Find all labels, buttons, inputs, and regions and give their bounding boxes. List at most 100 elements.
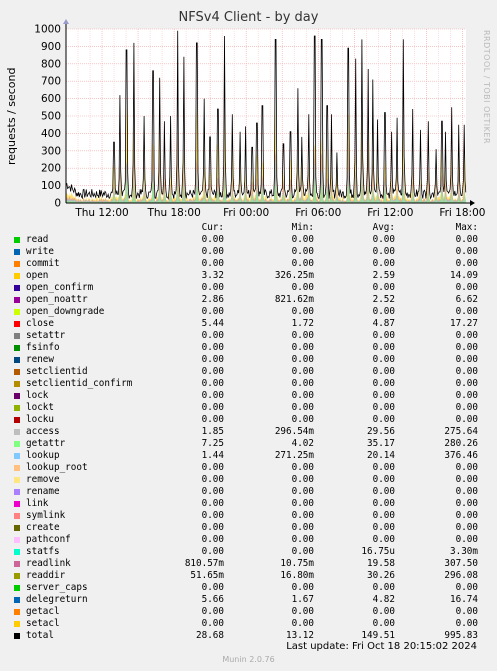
x-tick-label: Fri 00:00 [223, 207, 269, 219]
legend-row-readlink: readlink 810.57m 10.75m 19.58 307.50 [12, 558, 482, 570]
legend-row-create: create 0.00 0.00 0.00 0.00 [12, 522, 482, 534]
legend-swatch [14, 489, 20, 495]
legend-max: 280.26 [444, 438, 478, 449]
legend-cur: 0.00 [201, 402, 224, 413]
legend-row-open_confirm: open_confirm 0.00 0.00 0.00 0.00 [12, 282, 482, 294]
legend-avg: 0.00 [372, 414, 395, 425]
legend-cur: 5.44 [201, 318, 224, 329]
legend-swatch [14, 333, 20, 339]
legend-min: 0.00 [291, 378, 314, 389]
legend-max: 0.00 [455, 510, 478, 521]
legend-avg: 29.56 [367, 426, 395, 437]
legend-min: 0.00 [291, 582, 314, 593]
legend-min: 326.25m [274, 270, 314, 281]
legend-cur: 5.66 [201, 594, 224, 605]
legend-min: 0.00 [291, 282, 314, 293]
legend-min: 0.00 [291, 258, 314, 269]
legend-cur: 0.00 [201, 582, 224, 593]
legend-swatch [14, 429, 20, 435]
x-tick-label: Fri 18:00 [439, 207, 485, 219]
legend-swatch [14, 393, 20, 399]
legend-table: Cur: Min: Avg: Max: read 0.00 0.00 0.00 0.00… [12, 222, 482, 642]
legend-max: 0.00 [455, 390, 478, 401]
x-tick-label: Fri 12:00 [367, 207, 413, 219]
legend-row-setattr: setattr 0.00 0.00 0.00 0.00 [12, 330, 482, 342]
legend-name: open_noattr [26, 294, 88, 305]
legend-name: fsinfo [26, 342, 60, 353]
legend-row-renew: renew 0.00 0.00 0.00 0.00 [12, 354, 482, 366]
legend-swatch [14, 501, 20, 507]
legend-row-setclientid: setclientid 0.00 0.00 0.00 0.00 [12, 366, 482, 378]
legend-avg: 0.00 [372, 258, 395, 269]
legend-avg: 0.00 [372, 582, 395, 593]
legend-row-open_downgrade: open_downgrade 0.00 0.00 0.00 0.00 [12, 306, 482, 318]
legend-avg: 0.00 [372, 462, 395, 473]
y-tick-label: 300 [41, 145, 61, 157]
legend-swatch [14, 285, 20, 291]
legend-min: 0.00 [291, 534, 314, 545]
legend-cur: 3.32 [201, 270, 224, 281]
legend-row-commit: commit 0.00 0.00 0.00 0.00 [12, 258, 482, 270]
legend-name: setclientid_confirm [26, 378, 133, 389]
legend-swatch [14, 573, 20, 579]
legend-cur: 1.44 [201, 450, 224, 461]
legend-min: 0.00 [291, 474, 314, 485]
legend-swatch [14, 261, 20, 267]
legend-name: getattr [26, 438, 66, 449]
legend-avg: 0.00 [372, 246, 395, 257]
legend-avg: 0.00 [372, 402, 395, 413]
legend-row-write: write 0.00 0.00 0.00 0.00 [12, 246, 482, 258]
legend-max: 0.00 [455, 474, 478, 485]
y-tick-label: 800 [41, 58, 61, 70]
legend-avg: 0.00 [372, 354, 395, 365]
legend-cur: 7.25 [201, 438, 224, 449]
legend-min: 0.00 [291, 390, 314, 401]
legend-avg: 20.14 [367, 450, 395, 461]
legend-row-rename: rename 0.00 0.00 0.00 0.00 [12, 486, 482, 498]
x-tick-label: Thu 12:00 [74, 207, 128, 219]
legend-min: 0.00 [291, 618, 314, 629]
legend-row-link: link 0.00 0.00 0.00 0.00 [12, 498, 482, 510]
legend-name: lockt [26, 402, 54, 413]
legend-cur: 0.00 [201, 474, 224, 485]
legend-max: 0.00 [455, 282, 478, 293]
legend-avg: 2.52 [372, 294, 395, 305]
legend-cur: 0.00 [201, 522, 224, 533]
legend-min: 0.00 [291, 354, 314, 365]
legend-avg: 0.00 [372, 234, 395, 245]
x-tick-label: Thu 18:00 [146, 207, 200, 219]
legend-swatch [14, 321, 20, 327]
legend-avg: 4.82 [372, 594, 395, 605]
legend-swatch [14, 633, 20, 639]
legend-min: 1.72 [291, 318, 314, 329]
legend-max: 14.09 [450, 270, 478, 281]
legend-name: open_downgrade [26, 306, 105, 317]
legend-cur: 0.00 [201, 606, 224, 617]
legend-row-read: read 0.00 0.00 0.00 0.00 [12, 234, 482, 246]
legend-max: 0.00 [455, 234, 478, 245]
legend-avg: 2.59 [372, 270, 395, 281]
legend-max: 0.00 [455, 534, 478, 545]
legend-avg: 0.00 [372, 510, 395, 521]
legend-name: open [26, 270, 49, 281]
legend-row-server_caps: server_caps 0.00 0.00 0.00 0.00 [12, 582, 482, 594]
legend-row-setacl: setacl 0.00 0.00 0.00 0.00 [12, 618, 482, 630]
legend-swatch [14, 609, 20, 615]
legend-swatch [14, 537, 20, 543]
legend-swatch [14, 441, 20, 447]
legend-max: 0.00 [455, 414, 478, 425]
legend-max: 0.00 [455, 342, 478, 353]
y-tick-label: 400 [41, 128, 61, 140]
legend-name: setattr [26, 330, 66, 341]
legend-max: 0.00 [455, 522, 478, 533]
legend-cur: 0.00 [201, 342, 224, 353]
legend-min: 0.00 [291, 498, 314, 509]
legend-swatch [14, 513, 20, 519]
legend-swatch [14, 345, 20, 351]
legend-swatch [14, 525, 20, 531]
legend-cur: 0.00 [201, 390, 224, 401]
legend-cur: 51.65m [190, 570, 224, 581]
legend-min: 0.00 [291, 606, 314, 617]
legend-cur: 0.00 [201, 330, 224, 341]
legend-avg: 0.00 [372, 378, 395, 389]
